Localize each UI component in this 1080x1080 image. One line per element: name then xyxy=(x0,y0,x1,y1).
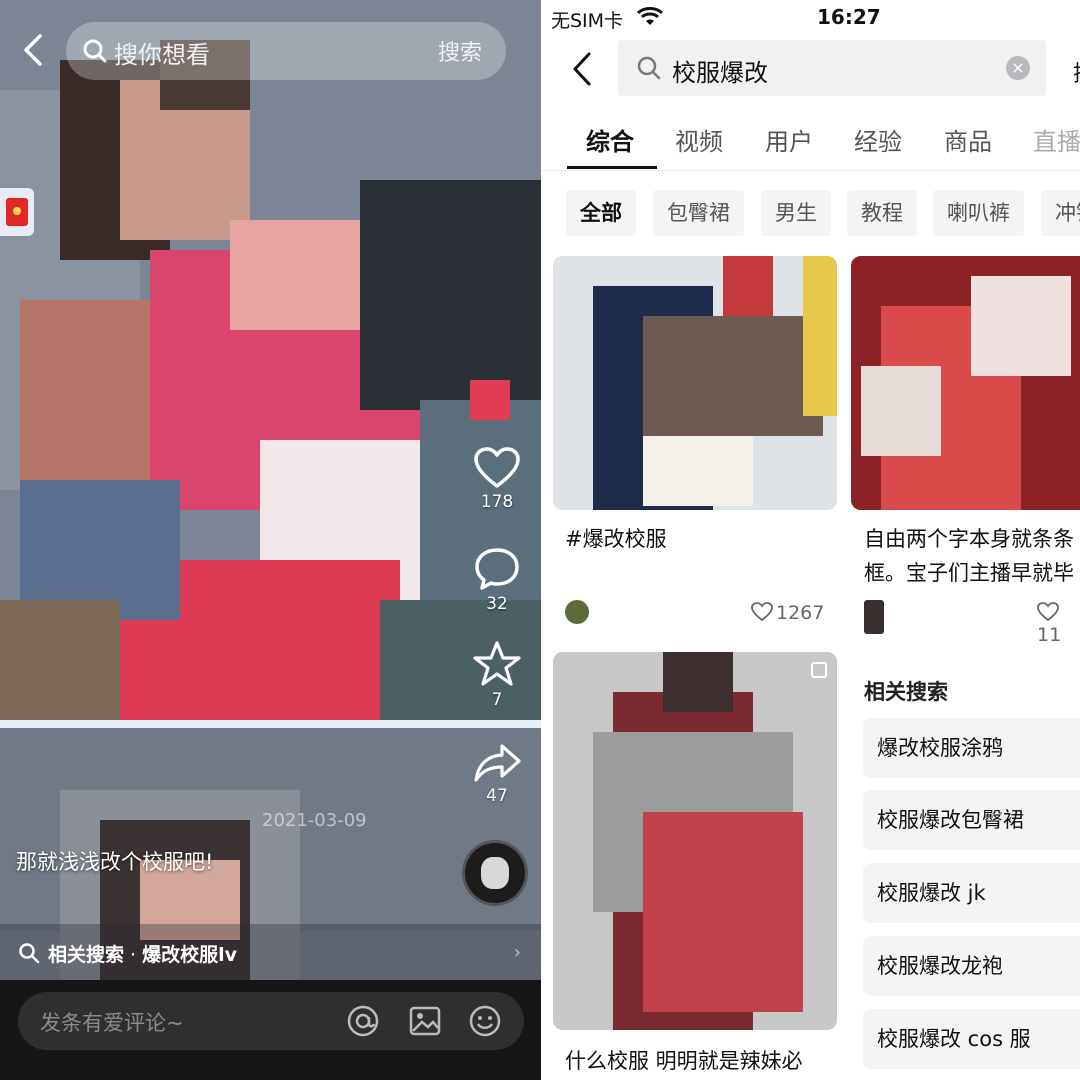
like-action[interactable]: 178 xyxy=(462,446,532,512)
result-card-image[interactable] xyxy=(851,256,1080,510)
tab-experience[interactable]: 经验 xyxy=(854,122,902,157)
wifi-icon xyxy=(637,7,663,25)
chip-windbreaker[interactable]: 冲锋 xyxy=(1041,190,1080,236)
favorite-count: 7 xyxy=(491,690,503,710)
related-search-bar[interactable]: 相关搜索 · 爆改校服lv › xyxy=(0,924,541,980)
result-card-title[interactable]: 什么校服 明明就是辣妹必 xyxy=(565,1044,803,1078)
search-results-panel: 无SIM卡 16:27 校服爆改 × 搜 综合 视频 用户 经验 商品 直播 全… xyxy=(541,0,1080,1080)
chevron-right-icon: › xyxy=(513,942,521,963)
result-tabs: 综合 视频 用户 经验 商品 直播 xyxy=(541,118,1080,172)
like-count: 178 xyxy=(480,492,514,512)
share-action[interactable]: 47 xyxy=(462,742,532,806)
search-icon xyxy=(83,39,107,63)
result-card-title[interactable]: #爆改校服 xyxy=(565,522,667,556)
related-search-query: 爆改校服lv xyxy=(142,944,238,966)
chip-boys[interactable]: 男生 xyxy=(761,190,831,236)
post-date: 2021-03-09 xyxy=(262,810,367,831)
comment-input[interactable]: 发条有爱评论~ xyxy=(18,992,524,1050)
result-card-image[interactable] xyxy=(553,652,837,1030)
tab-products[interactable]: 商品 xyxy=(944,122,992,157)
related-search-item[interactable]: 校服爆改包臀裙 xyxy=(863,790,1080,850)
chip-flare-pants[interactable]: 喇叭裤 xyxy=(933,190,1024,236)
heart-icon xyxy=(751,602,773,622)
tab-all[interactable]: 综合 xyxy=(586,122,634,157)
share-icon xyxy=(474,744,521,782)
like-count: 1267 xyxy=(776,602,825,624)
author-avatar[interactable] xyxy=(864,600,884,634)
search-icon xyxy=(637,56,661,80)
filter-chips: 全部 包臀裙 男生 教程 喇叭裤 冲锋 xyxy=(541,190,1080,238)
related-search-item[interactable]: 校服爆改龙袍 xyxy=(863,936,1080,996)
related-search-item[interactable]: 校服爆改 jk xyxy=(863,863,1080,923)
multi-image-icon xyxy=(811,662,827,678)
red-packet-icon xyxy=(6,198,28,226)
red-packet-widget[interactable] xyxy=(0,188,34,236)
back-icon[interactable] xyxy=(18,32,48,68)
comment-count: 32 xyxy=(486,594,508,614)
related-search-item[interactable]: 校服爆改 cos 服 xyxy=(863,1009,1080,1069)
related-search-label: 相关搜索 xyxy=(48,944,125,966)
emoji-icon[interactable] xyxy=(468,1004,502,1038)
search-bar[interactable]: 搜你想看 搜索 xyxy=(66,22,506,80)
chip-bodycon-skirt[interactable]: 包臀裙 xyxy=(653,190,744,236)
search-placeholder: 搜你想看 xyxy=(114,41,210,69)
search-button[interactable]: 搜索 xyxy=(438,35,482,67)
video-player-panel[interactable]: 搜你想看 搜索 178 32 7 47 2021-03-09 那就浅浅改个校服吧… xyxy=(0,0,541,1080)
image-icon[interactable] xyxy=(408,1004,442,1038)
at-icon[interactable] xyxy=(346,1004,380,1038)
share-count: 47 xyxy=(486,786,508,806)
like-meta[interactable]: 11 xyxy=(1037,602,1080,646)
tab-live[interactable]: 直播 xyxy=(1033,122,1080,157)
result-card-title-line[interactable]: 框。宝子们主播早就毕 xyxy=(864,556,1074,590)
comment-action[interactable]: 32 xyxy=(462,546,532,614)
related-search-heading: 相关搜索 xyxy=(864,680,948,704)
carrier-label: 无SIM卡 xyxy=(551,10,624,32)
heart-icon xyxy=(474,447,520,488)
clear-icon[interactable]: × xyxy=(1006,56,1030,80)
tab-users[interactable]: 用户 xyxy=(765,122,813,157)
result-card-image[interactable] xyxy=(553,256,837,510)
author-avatar[interactable] xyxy=(565,600,589,624)
favorite-action[interactable]: 7 xyxy=(462,640,532,710)
star-icon xyxy=(473,641,521,686)
separator: · xyxy=(124,944,143,966)
like-meta[interactable]: 1267 xyxy=(751,602,824,624)
like-count: 11 xyxy=(1037,624,1062,646)
divider xyxy=(541,170,1080,171)
chip-tutorial[interactable]: 教程 xyxy=(847,190,917,236)
author-avatar[interactable] xyxy=(462,840,528,906)
related-search-text: 相关搜索 · 爆改校服lv xyxy=(48,940,237,967)
search-query: 校服爆改 xyxy=(672,59,768,87)
comment-icon xyxy=(475,548,519,590)
chip-all[interactable]: 全部 xyxy=(566,190,636,236)
search-input[interactable]: 校服爆改 × xyxy=(618,40,1046,96)
comment-placeholder: 发条有爱评论~ xyxy=(40,1011,184,1035)
active-tab-indicator xyxy=(567,166,657,169)
search-icon xyxy=(19,943,40,964)
comment-bar: 发条有爱评论~ xyxy=(0,980,541,1080)
back-icon[interactable] xyxy=(569,50,595,88)
status-bar: 无SIM卡 16:27 xyxy=(541,0,1080,34)
related-search-item[interactable]: 爆改校服涂鸦 xyxy=(863,718,1080,778)
result-card-title-line[interactable]: 自由两个字本身就条条 xyxy=(864,522,1074,556)
video-caption: 那就浅浅改个校服吧! xyxy=(16,850,214,874)
search-button[interactable]: 搜 xyxy=(1073,56,1080,86)
tab-video[interactable]: 视频 xyxy=(675,122,723,157)
top-bar: 搜你想看 搜索 xyxy=(0,0,541,100)
heart-icon xyxy=(1037,602,1059,622)
blurred-video-frame xyxy=(0,0,541,1080)
clock: 16:27 xyxy=(817,5,881,29)
